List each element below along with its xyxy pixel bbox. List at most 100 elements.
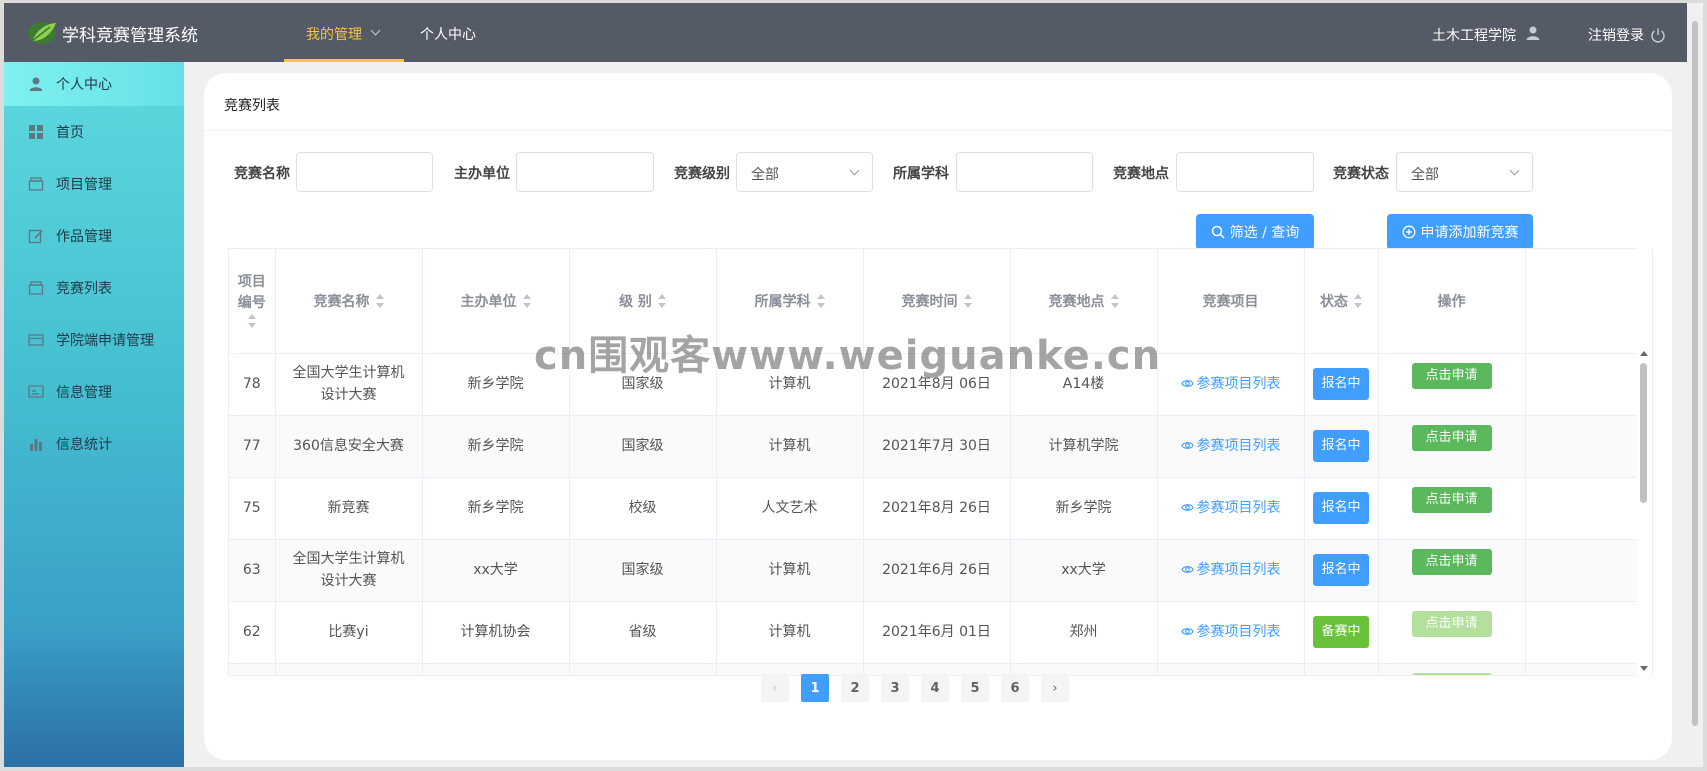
cell-status: 备赛中 xyxy=(1304,601,1379,664)
page-button-5[interactable]: 5 xyxy=(961,674,989,702)
cell-action: 点击申请 xyxy=(1378,601,1526,664)
status-badge: 报名中 xyxy=(1313,554,1369,586)
filter-name-label: 竞赛名称 xyxy=(234,166,290,182)
scroll-thumb[interactable] xyxy=(1640,363,1647,503)
project-list-link[interactable]: 参赛项目列表 xyxy=(1180,438,1281,454)
cell-name: xingjingsai xyxy=(275,663,423,675)
filter-status-label: 竞赛状态 xyxy=(1333,166,1389,182)
status-badge: 备赛中 xyxy=(1313,616,1369,648)
cell-action: 点击申请 xyxy=(1378,353,1526,416)
table-row: 63 全国大学生计算机设计大赛 xx大学 国家级 计算机 2021年6月 26日 xx大学参… xyxy=(229,539,1640,602)
app-window: 学科竞赛管理系统 我的管理 个人中心 土木工程学院 注销登录 个人中心 首页 项… xyxy=(4,3,1687,767)
cell-subject: 计算机 xyxy=(716,353,864,416)
page-button-6[interactable]: 6 xyxy=(1001,674,1029,702)
cell-status: 报名中 xyxy=(1304,415,1379,478)
project-list-label: 参赛项目列表 xyxy=(1196,500,1281,516)
project-list-link[interactable]: 参赛项目列表 xyxy=(1180,624,1281,640)
cell-level: 国家级 xyxy=(569,663,717,675)
sidebar-item-project-management[interactable]: 项目管理 xyxy=(4,158,184,210)
cell-project: 参赛项目列表 xyxy=(1157,539,1305,602)
cell-name: 360信息安全大赛 xyxy=(275,415,423,478)
filter-org-label: 主办单位 xyxy=(454,166,510,182)
col-header-place[interactable]: 竞赛地点 xyxy=(1010,249,1158,354)
sort-icon[interactable] xyxy=(657,293,666,308)
nav-my-management-label: 我的管理 xyxy=(306,27,362,43)
competition-name-input[interactable] xyxy=(296,152,433,192)
sidebar-item-label: 作品管理 xyxy=(56,229,112,245)
scroll-down-icon[interactable] xyxy=(1640,666,1648,671)
place-input[interactable] xyxy=(1176,152,1314,192)
apply-button[interactable]: 点击申请 xyxy=(1411,673,1492,675)
page-scroll-thumb[interactable] xyxy=(1692,21,1698,726)
sidebar-item-home[interactable]: 首页 xyxy=(4,106,184,158)
nav-personal-center[interactable]: 个人中心 xyxy=(420,24,476,44)
search-button-label: 筛选 / 查询 xyxy=(1229,225,1300,241)
cell-name: 全国大学生计算机设计大赛 xyxy=(275,539,423,602)
organizer-input[interactable] xyxy=(516,152,654,192)
project-list-link[interactable]: 参赛项目列表 xyxy=(1180,376,1281,392)
logout-button[interactable]: 注销登录 xyxy=(1588,25,1644,45)
eye-icon xyxy=(1180,380,1194,387)
status-badge: 报名中 xyxy=(1313,430,1369,462)
add-competition-button[interactable]: 申请添加新竞赛 xyxy=(1387,214,1533,250)
apply-button[interactable]: 点击申请 xyxy=(1411,487,1492,513)
sort-icon[interactable] xyxy=(522,293,531,308)
apply-button[interactable]: 点击申请 xyxy=(1411,549,1492,575)
page-button-4[interactable]: 4 xyxy=(921,674,949,702)
level-select[interactable]: 全部 xyxy=(736,152,873,192)
app-title: 学科竞赛管理系统 xyxy=(62,26,198,46)
col-header-id[interactable]: 项目编号 xyxy=(229,249,276,354)
sort-icon[interactable] xyxy=(963,293,972,308)
project-list-link[interactable]: 参赛项目列表 xyxy=(1180,562,1281,578)
subject-input[interactable] xyxy=(956,152,1093,192)
cell-gutter xyxy=(1525,353,1640,416)
edit-icon xyxy=(28,229,43,244)
apply-button[interactable]: 点击申请 xyxy=(1411,425,1492,451)
table-scrollbar[interactable] xyxy=(1637,248,1651,676)
col-header-subject[interactable]: 所属学科 xyxy=(716,249,864,354)
sort-icon[interactable] xyxy=(816,293,825,308)
project-list-label: 参赛项目列表 xyxy=(1196,624,1281,640)
page-button-1[interactable]: 1 xyxy=(801,674,829,702)
apply-button[interactable]: 点击申请 xyxy=(1411,611,1492,637)
col-header-time[interactable]: 竞赛时间 xyxy=(863,249,1011,354)
sidebar-item-label: 学院端申请管理 xyxy=(56,333,154,349)
sort-icon[interactable] xyxy=(247,313,256,328)
col-header-org[interactable]: 主办单位 xyxy=(422,249,570,354)
eye-icon xyxy=(1180,442,1194,449)
sidebar-item-competition-list[interactable]: 竞赛列表 xyxy=(4,262,184,314)
sidebar: 个人中心 首页 项目管理 作品管理 竞赛列表 学院端申请管理 信息管理 信息统计 xyxy=(4,62,184,767)
power-icon[interactable] xyxy=(1650,27,1666,43)
apply-button[interactable]: 点击申请 xyxy=(1411,363,1492,389)
project-list-link[interactable]: 参赛项目列表 xyxy=(1180,500,1281,516)
scroll-up-icon[interactable] xyxy=(1640,351,1648,356)
next-page-button[interactable]: › xyxy=(1041,674,1069,702)
cell-subject: 计算机 xyxy=(716,601,864,664)
nav-my-management[interactable]: 我的管理 xyxy=(284,3,404,62)
search-button[interactable]: 筛选 / 查询 xyxy=(1196,214,1314,250)
cell-name: 新竞赛 xyxy=(275,477,423,540)
sort-icon[interactable] xyxy=(1354,293,1362,308)
cell-id: 62 xyxy=(229,601,276,664)
cell-action: 点击申请 xyxy=(1378,663,1526,675)
sidebar-item-college-application[interactable]: 学院端申请管理 xyxy=(4,314,184,366)
col-header-status[interactable]: 状态 xyxy=(1304,249,1379,354)
cell-time: 2021年8月 26日 xyxy=(863,477,1011,540)
col-header-level[interactable]: 级 别 xyxy=(569,249,717,354)
col-header-name[interactable]: 竞赛名称 xyxy=(275,249,423,354)
sidebar-item-work-management[interactable]: 作品管理 xyxy=(4,210,184,262)
bar-chart-icon xyxy=(30,439,42,451)
col-header-project: 竞赛项目 xyxy=(1157,249,1305,354)
sort-icon[interactable] xyxy=(1110,293,1119,308)
table-body: 78 全国大学生计算机设计大赛 新乡学院 国家级 计算机 2021年8月 06日 A14楼参… xyxy=(229,353,1640,675)
page-button-2[interactable]: 2 xyxy=(841,674,869,702)
sidebar-item-info-management[interactable]: 信息管理 xyxy=(4,366,184,418)
cell-time: 2021年8月 06日 xyxy=(863,353,1011,416)
status-select[interactable]: 全部 xyxy=(1396,152,1533,192)
sidebar-item-info-statistics[interactable]: 信息统计 xyxy=(4,418,184,470)
sort-icon[interactable] xyxy=(375,293,384,308)
page-button-3[interactable]: 3 xyxy=(881,674,909,702)
prev-page-button[interactable]: ‹ xyxy=(761,674,789,702)
page-scrollbar[interactable] xyxy=(1687,3,1703,767)
sidebar-item-personal-center[interactable]: 个人中心 xyxy=(4,62,184,106)
